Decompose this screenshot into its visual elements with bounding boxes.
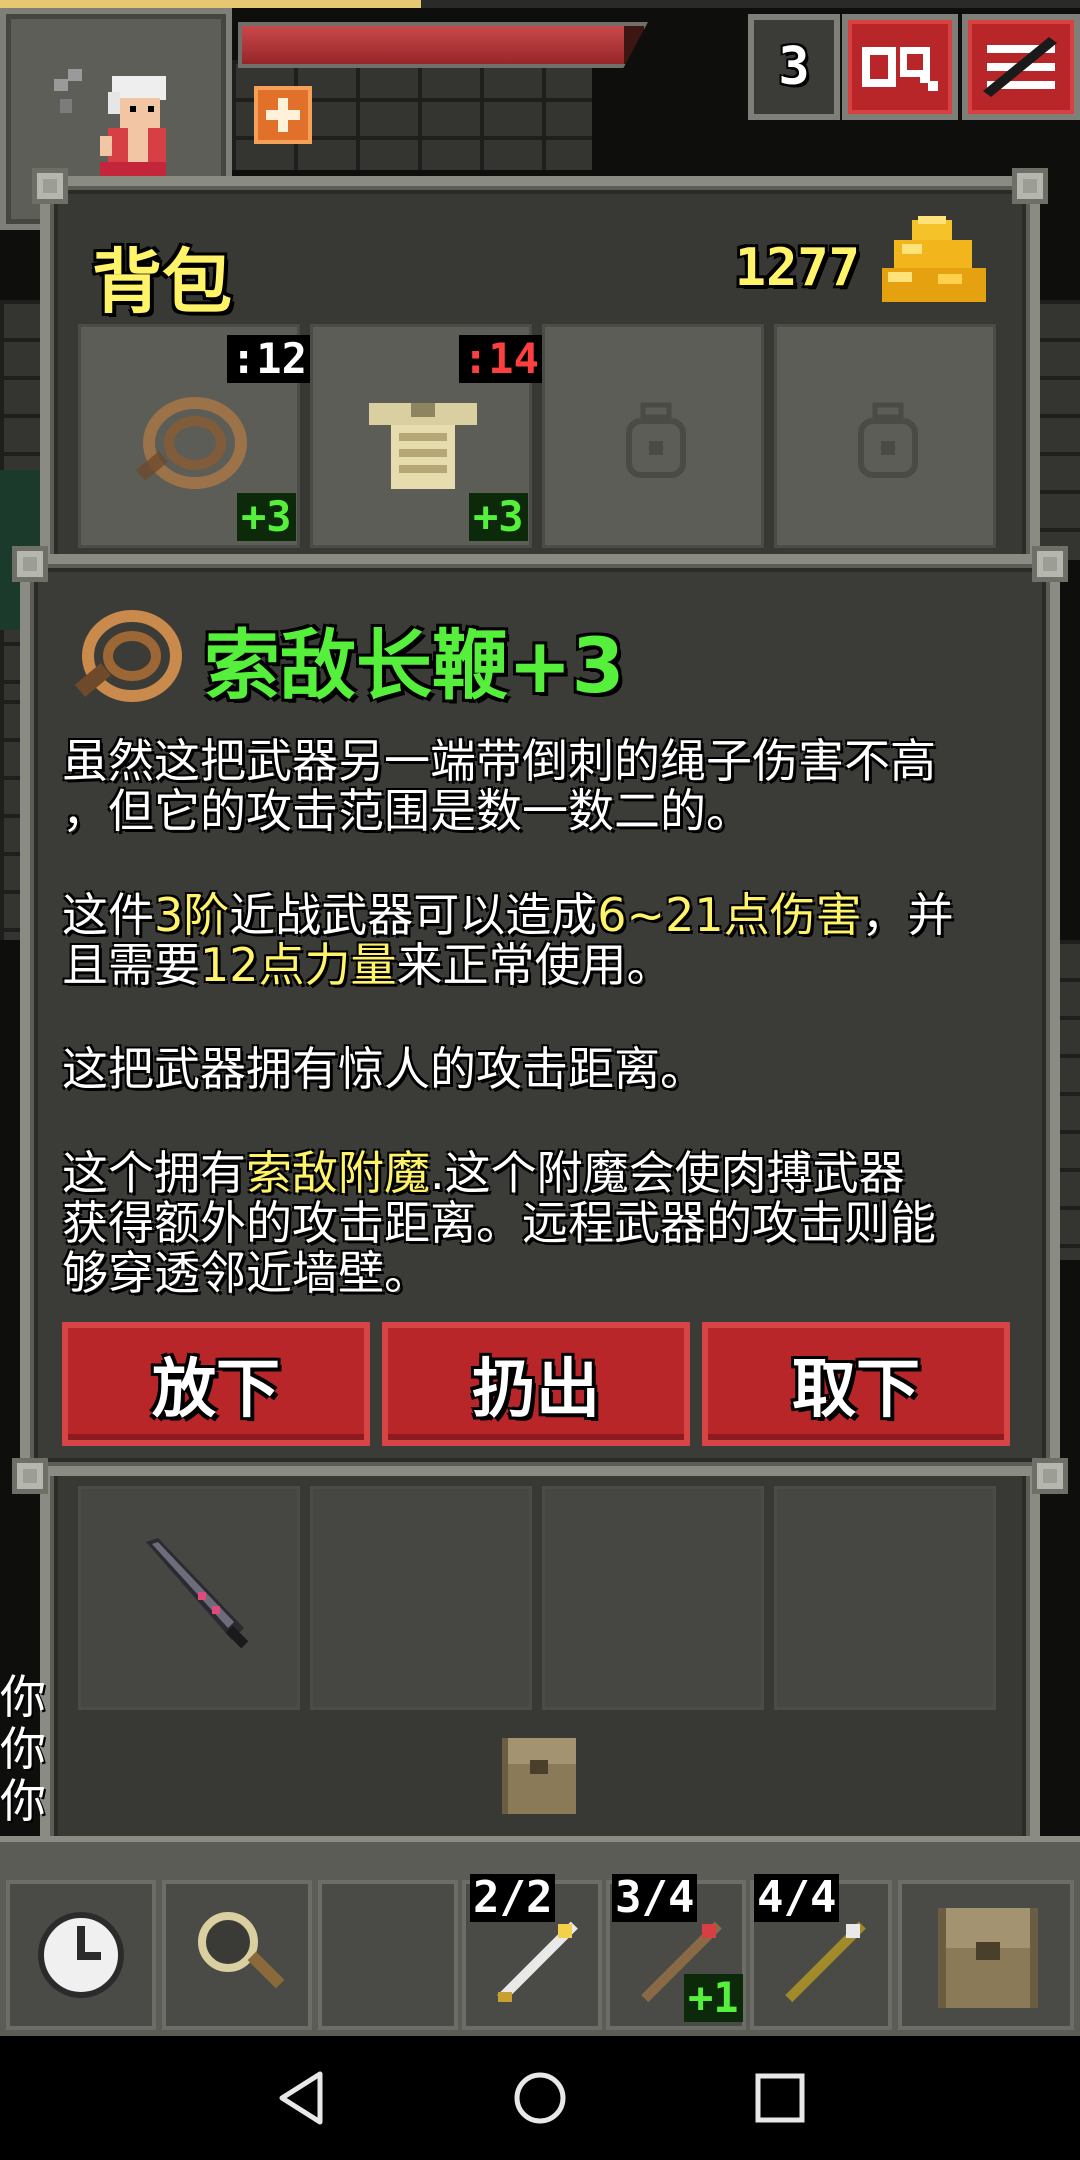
panel-corner: [32, 168, 68, 204]
window-corner: [1032, 1458, 1068, 1494]
depth-number: 3: [778, 37, 810, 97]
item-description-line: 够穿透邻近墙壁。: [62, 1246, 430, 1300]
health-bar: [238, 22, 648, 68]
action-toolbar: 2/2 3/4 +1 4/4: [0, 1836, 1080, 2036]
ring-placeholder-icon: [858, 402, 918, 478]
wand-charges: 3/4: [612, 1874, 698, 1922]
backpack-title: 背包: [92, 241, 232, 323]
window-corner: [12, 546, 48, 582]
wait-button[interactable]: [6, 1880, 156, 2030]
home-nav-icon[interactable]: [510, 2068, 570, 2128]
journal-button[interactable]: [842, 14, 958, 120]
wand-icon: [785, 1921, 866, 2003]
gold-pile-icon: [882, 216, 986, 302]
menu-button[interactable]: [962, 14, 1080, 120]
ring-placeholder-icon: [626, 402, 686, 478]
upgrade-level: +1: [684, 1974, 743, 2022]
upgrade-level: +3: [469, 493, 528, 541]
backpack-icon: [938, 1908, 1038, 2008]
dagger-icon: [146, 1538, 249, 1649]
inventory-button[interactable]: [898, 1880, 1074, 2030]
item-description-line: ，但它的攻击范围是数一数二的。: [62, 784, 752, 838]
log-message: 你: [0, 1774, 46, 1828]
backpack-slot[interactable]: [542, 1486, 764, 1710]
whip-icon: [136, 397, 247, 489]
backpack-slot[interactable]: [774, 1486, 996, 1710]
magnifier-icon: [198, 1912, 285, 1989]
window-corner: [12, 1458, 48, 1494]
unequip-button[interactable]: 取下: [702, 1322, 1010, 1446]
system-navigation-bar: [0, 2036, 1080, 2160]
whip-icon: [74, 610, 182, 702]
wand-icon: [497, 1921, 578, 2003]
experience-bar-fill: [0, 0, 422, 8]
search-button[interactable]: [162, 1880, 312, 2030]
panel-corner: [1012, 168, 1048, 204]
upgrade-level: +3: [237, 493, 296, 541]
experience-bar: [0, 0, 1080, 8]
buff-icon[interactable]: [254, 86, 312, 144]
item-damage: 6~21点伤害: [597, 888, 862, 942]
journal-icon: [862, 47, 938, 91]
item-enchant-line: 这个拥有索敌附魔.这个附魔会使肉搏武器: [62, 1146, 905, 1200]
menu-icon: [983, 37, 1057, 97]
item-tier: 3阶: [154, 888, 230, 942]
strength-requirement: :14: [459, 335, 543, 383]
item-strength-line: 且需要12点力量来正常使用。: [62, 938, 673, 992]
item-name: 索敌长鞭+3: [204, 621, 625, 710]
item-description-line: 虽然这把武器另一端带倒刺的绳子伤害不高: [62, 734, 936, 788]
clock-icon: [38, 1912, 124, 1998]
quickslot-empty[interactable]: [318, 1880, 458, 2030]
drop-button[interactable]: 放下: [62, 1322, 370, 1446]
wand-charges: 2/2: [470, 1874, 556, 1922]
equip-slot-ring[interactable]: [542, 324, 764, 548]
bag-icon[interactable]: [494, 1730, 584, 1820]
health-bar-fill: [242, 26, 624, 64]
backpack-slot[interactable]: [310, 1486, 532, 1710]
armor-icon: [369, 403, 477, 489]
window-corner: [1032, 546, 1068, 582]
log-message: 你: [0, 1722, 46, 1776]
item-strength: 12点力量: [200, 938, 397, 992]
recents-nav-icon[interactable]: [750, 2068, 810, 2128]
item-enchantment: 索敌附魔: [246, 1146, 430, 1200]
item-description-line: 这把武器拥有惊人的攻击距离。: [62, 1042, 706, 1096]
equip-slot-artifact[interactable]: [774, 324, 996, 548]
item-stats-line: 这件3阶近战武器可以造成6~21点伤害，并: [62, 888, 954, 942]
equip-slot-armor[interactable]: :14 +3: [310, 324, 543, 548]
throw-button[interactable]: 扔出: [382, 1322, 690, 1446]
item-description-line: 获得额外的攻击距离。远程武器的攻击则能: [62, 1196, 936, 1250]
equip-slot-weapon[interactable]: :12 +3: [78, 324, 311, 548]
strength-requirement: :12: [227, 335, 311, 383]
gold-count: 1277: [734, 238, 860, 298]
back-nav-icon[interactable]: [272, 2068, 332, 2128]
wand-charges: 4/4: [754, 1874, 840, 1922]
depth-indicator[interactable]: 3: [748, 14, 840, 120]
log-message: 你: [0, 1670, 46, 1724]
